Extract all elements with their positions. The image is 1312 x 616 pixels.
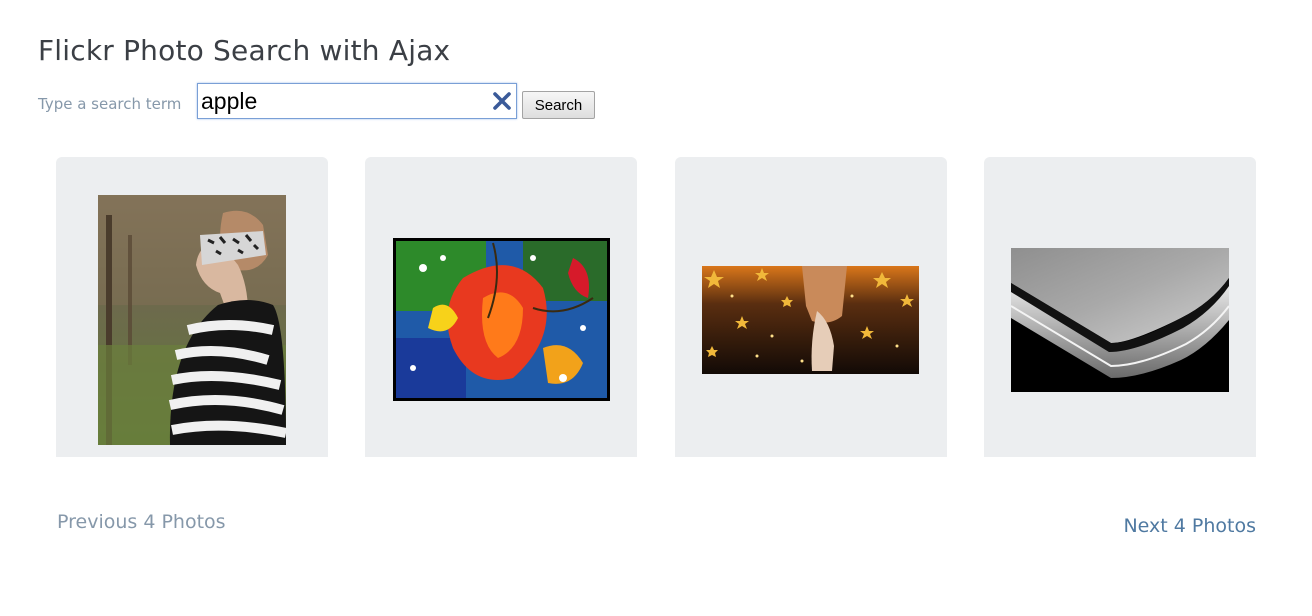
page-title: Flickr Photo Search with Ajax xyxy=(38,34,451,67)
photo-card[interactable] xyxy=(365,157,637,457)
previous-photos-link[interactable]: Previous 4 Photos xyxy=(57,511,226,533)
photo-thumbnail[interactable] xyxy=(702,266,919,374)
photo-card[interactable] xyxy=(56,157,328,457)
photo-thumbnail[interactable] xyxy=(393,238,610,401)
search-box[interactable] xyxy=(197,83,517,119)
search-button[interactable]: Search xyxy=(522,91,595,119)
close-x-icon[interactable] xyxy=(492,91,512,111)
photo-card[interactable] xyxy=(984,157,1256,457)
photo-thumbnail[interactable] xyxy=(98,195,286,445)
next-photos-link[interactable]: Next 4 Photos xyxy=(1123,515,1256,537)
search-label: Type a search term xyxy=(38,95,182,113)
photo-thumbnail[interactable] xyxy=(1011,248,1229,392)
search-input[interactable] xyxy=(201,86,481,116)
photo-card[interactable] xyxy=(675,157,947,457)
